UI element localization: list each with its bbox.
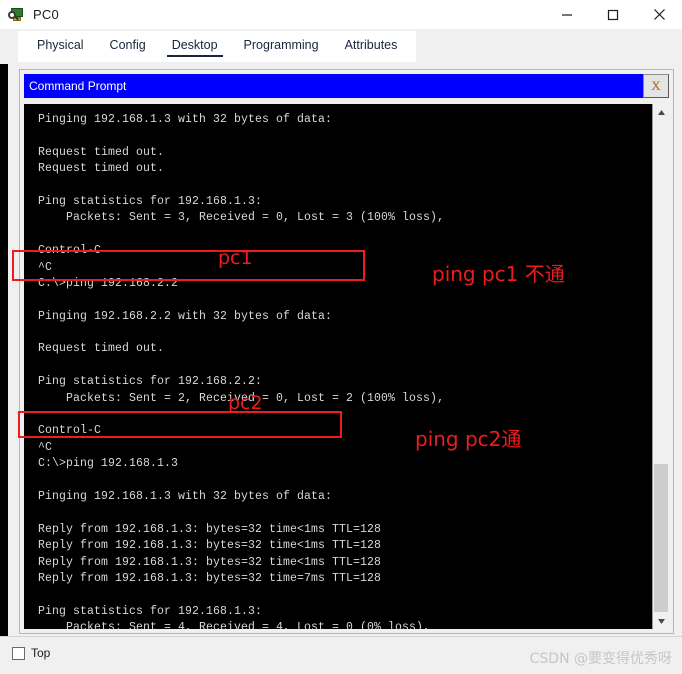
- annotation-label: pc2: [228, 392, 263, 414]
- terminal-line: Ping statistics for 192.168.1.3:: [38, 604, 263, 618]
- terminal-line: C:\>ping 192.168.1.3: [38, 457, 179, 471]
- window-title: PC0: [33, 7, 59, 22]
- terminal-output-area[interactable]: Pinging 192.168.1.3 with 32 bytes of dat…: [24, 104, 669, 629]
- bottom-bar: Top CSDN @要变得优秀呀: [0, 636, 682, 674]
- terminal-line: C:\>ping 192.168.2.2: [38, 276, 179, 290]
- terminal-line: Ping statistics for 192.168.2.2:: [38, 375, 263, 389]
- annotation-label: ping pc2通: [415, 427, 522, 451]
- terminal-line: Reply from 192.168.1.3: bytes=32 time<1m…: [38, 539, 382, 553]
- minimize-button[interactable]: [544, 0, 590, 29]
- terminal-line: Pinging 192.168.1.3 with 32 bytes of dat…: [38, 489, 333, 503]
- top-checkbox-row[interactable]: Top: [12, 646, 50, 660]
- maximize-button[interactable]: [590, 0, 636, 29]
- command-prompt-close-button[interactable]: X: [643, 74, 669, 98]
- tab-config[interactable]: Config: [97, 31, 159, 62]
- terminal-line: Reply from 192.168.1.3: bytes=32 time=7m…: [38, 571, 382, 585]
- terminal-line: Control-C: [38, 424, 102, 438]
- command-prompt-title: Command Prompt: [24, 74, 643, 98]
- terminal-line: Pinging 192.168.1.3 with 32 bytes of dat…: [38, 113, 333, 126]
- terminal-line: ^C: [38, 440, 53, 454]
- top-checkbox[interactable]: [12, 646, 25, 660]
- terminal-line: Reply from 192.168.1.3: bytes=32 time<1m…: [38, 522, 382, 536]
- close-button[interactable]: [636, 0, 682, 29]
- terminal-line: Ping statistics for 192.168.1.3:: [38, 194, 263, 208]
- scroll-down-arrow-icon[interactable]: [653, 613, 669, 629]
- scrollbar-thumb[interactable]: [654, 464, 668, 612]
- window-controls: [544, 0, 682, 29]
- top-checkbox-label: Top: [31, 646, 51, 660]
- terminal-line: Request timed out.: [38, 342, 165, 356]
- terminal-scrollbar[interactable]: [652, 104, 669, 629]
- tab-physical[interactable]: Physical: [24, 31, 97, 62]
- command-prompt-titlebar: Command Prompt X: [24, 74, 669, 98]
- scroll-up-arrow-icon[interactable]: [653, 104, 669, 120]
- annotation-label: ping pc1 不通: [432, 262, 565, 286]
- terminal-line: Request timed out.: [38, 162, 165, 176]
- left-edge-rail: [0, 64, 8, 636]
- terminal-line: Reply from 192.168.1.3: bytes=32 time<1m…: [38, 555, 382, 569]
- tab-attributes[interactable]: Attributes: [332, 31, 411, 62]
- terminal-line: Pinging 192.168.2.2 with 32 bytes of dat…: [38, 309, 333, 323]
- terminal-line: Packets: Sent = 3, Received = 0, Lost = …: [38, 211, 445, 225]
- terminal-line: Packets: Sent = 4, Received = 4, Lost = …: [38, 621, 431, 629]
- command-prompt-window: Command Prompt X Pinging 192.168.1.3 wit…: [19, 69, 674, 634]
- window-title-bar: PC0: [0, 0, 682, 29]
- tab-programming[interactable]: Programming: [231, 31, 332, 62]
- pc0-window: PC0 Physical Config Desktop Programming …: [0, 0, 682, 674]
- annotation-label: pc1: [218, 247, 253, 269]
- packet-tracer-pc-icon: [8, 7, 24, 23]
- tab-strip: Physical Config Desktop Programming Attr…: [0, 29, 682, 64]
- csdn-watermark: CSDN @要变得优秀呀: [529, 651, 672, 667]
- terminal-line: Request timed out.: [38, 145, 165, 159]
- command-prompt-close-label: X: [651, 78, 661, 93]
- terminal-text: Pinging 192.168.1.3 with 32 bytes of dat…: [38, 112, 444, 629]
- tab-desktop[interactable]: Desktop: [159, 31, 231, 62]
